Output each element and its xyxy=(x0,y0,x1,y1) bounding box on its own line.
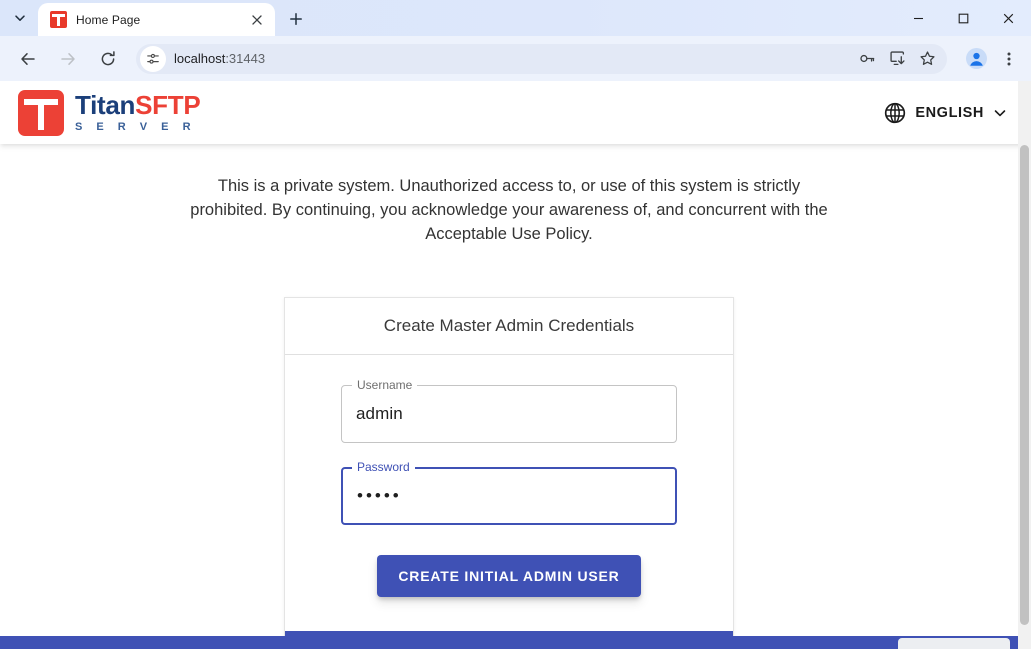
password-field-group: ••••• Password xyxy=(341,467,677,525)
back-button[interactable] xyxy=(13,44,43,74)
new-tab-button[interactable] xyxy=(282,5,310,33)
tab-search-button[interactable] xyxy=(6,4,34,32)
install-app-icon[interactable] xyxy=(883,45,911,73)
site-settings-icon[interactable] xyxy=(140,46,166,72)
forward-arrow-icon xyxy=(59,50,77,68)
submit-row: CREATE INITIAL ADMIN USER xyxy=(341,549,677,631)
window-controls xyxy=(896,0,1031,36)
app-bottom-bar xyxy=(0,636,1031,649)
language-label: ENGLISH xyxy=(915,105,984,121)
install-to-device-icon xyxy=(889,50,906,67)
address-bar[interactable]: localhost:31443 xyxy=(136,44,947,74)
password-input[interactable]: ••••• xyxy=(341,467,677,525)
url-port: :31443 xyxy=(225,51,265,66)
page-scrollbar[interactable] xyxy=(1018,81,1031,649)
username-label: Username xyxy=(352,377,417,393)
minimize-button[interactable] xyxy=(896,0,941,36)
password-key-icon[interactable] xyxy=(853,45,881,73)
close-icon xyxy=(1003,13,1014,24)
private-system-notice: This is a private system. Unauthorized a… xyxy=(185,174,833,246)
brand-wordmark: TitanSFTP xyxy=(75,92,200,119)
reload-icon xyxy=(99,50,117,68)
browser-tab[interactable]: Home Page xyxy=(38,3,275,36)
forward-button[interactable] xyxy=(53,44,83,74)
brand-name-secondary: SFTP xyxy=(135,90,200,120)
password-value: ••••• xyxy=(357,486,402,506)
username-input[interactable]: admin xyxy=(341,385,677,443)
language-selector[interactable]: ENGLISH xyxy=(878,96,1011,130)
key-icon xyxy=(859,50,876,67)
close-window-button[interactable] xyxy=(986,0,1031,36)
star-icon xyxy=(919,50,936,67)
page-settings-icon xyxy=(146,52,160,66)
brand-logo[interactable]: TitanSFTP S E R V E R xyxy=(18,90,200,136)
scrollbar-thumb[interactable] xyxy=(1020,145,1029,625)
tab-close-icon[interactable] xyxy=(247,10,267,30)
maximize-icon xyxy=(958,13,969,24)
brand-subtitle: S E R V E R xyxy=(75,121,200,133)
create-initial-admin-user-button[interactable]: CREATE INITIAL ADMIN USER xyxy=(377,555,640,597)
maximize-button[interactable] xyxy=(941,0,986,36)
browser-toolbar: localhost:31443 xyxy=(0,36,1031,81)
browser-window: Home Page xyxy=(0,0,1031,649)
create-admin-card: Create Master Admin Credentials admin Us… xyxy=(284,297,734,649)
page-content: This is a private system. Unauthorized a… xyxy=(0,144,1018,649)
close-icon xyxy=(252,15,262,25)
chevron-down-icon xyxy=(993,106,1007,120)
minimize-icon xyxy=(913,13,924,24)
three-dot-menu-icon xyxy=(1001,51,1017,67)
username-value: admin xyxy=(356,404,403,424)
card-title: Create Master Admin Credentials xyxy=(285,298,733,355)
titan-logo-mark-icon xyxy=(18,90,64,136)
card-body: admin Username ••••• Password CREATE INI… xyxy=(285,355,733,631)
app-header: TitanSFTP S E R V E R ENGLISH xyxy=(0,81,1031,144)
chevron-down-icon xyxy=(14,12,26,24)
url-text: localhost:31443 xyxy=(174,51,851,66)
reload-button[interactable] xyxy=(93,44,123,74)
bookmark-star-icon[interactable] xyxy=(913,45,941,73)
page-viewport: TitanSFTP S E R V E R ENGLISH This is a … xyxy=(0,81,1031,649)
omnibox-actions xyxy=(851,45,941,73)
plus-icon xyxy=(289,12,303,26)
username-field-group: admin Username xyxy=(341,385,677,443)
password-label: Password xyxy=(352,459,415,475)
globe-icon xyxy=(884,102,906,124)
download-shelf-item[interactable] xyxy=(898,638,1010,649)
avatar-icon xyxy=(966,48,987,69)
brand-text: TitanSFTP S E R V E R xyxy=(75,92,200,132)
url-host: localhost xyxy=(174,51,225,66)
tab-strip: Home Page xyxy=(0,0,1031,36)
tab-title: Home Page xyxy=(76,13,241,27)
browser-menu-button[interactable] xyxy=(995,44,1023,74)
titan-sftp-favicon-icon xyxy=(50,11,67,28)
back-arrow-icon xyxy=(19,50,37,68)
profile-avatar[interactable] xyxy=(961,44,991,74)
brand-name-primary: Titan xyxy=(75,90,135,120)
